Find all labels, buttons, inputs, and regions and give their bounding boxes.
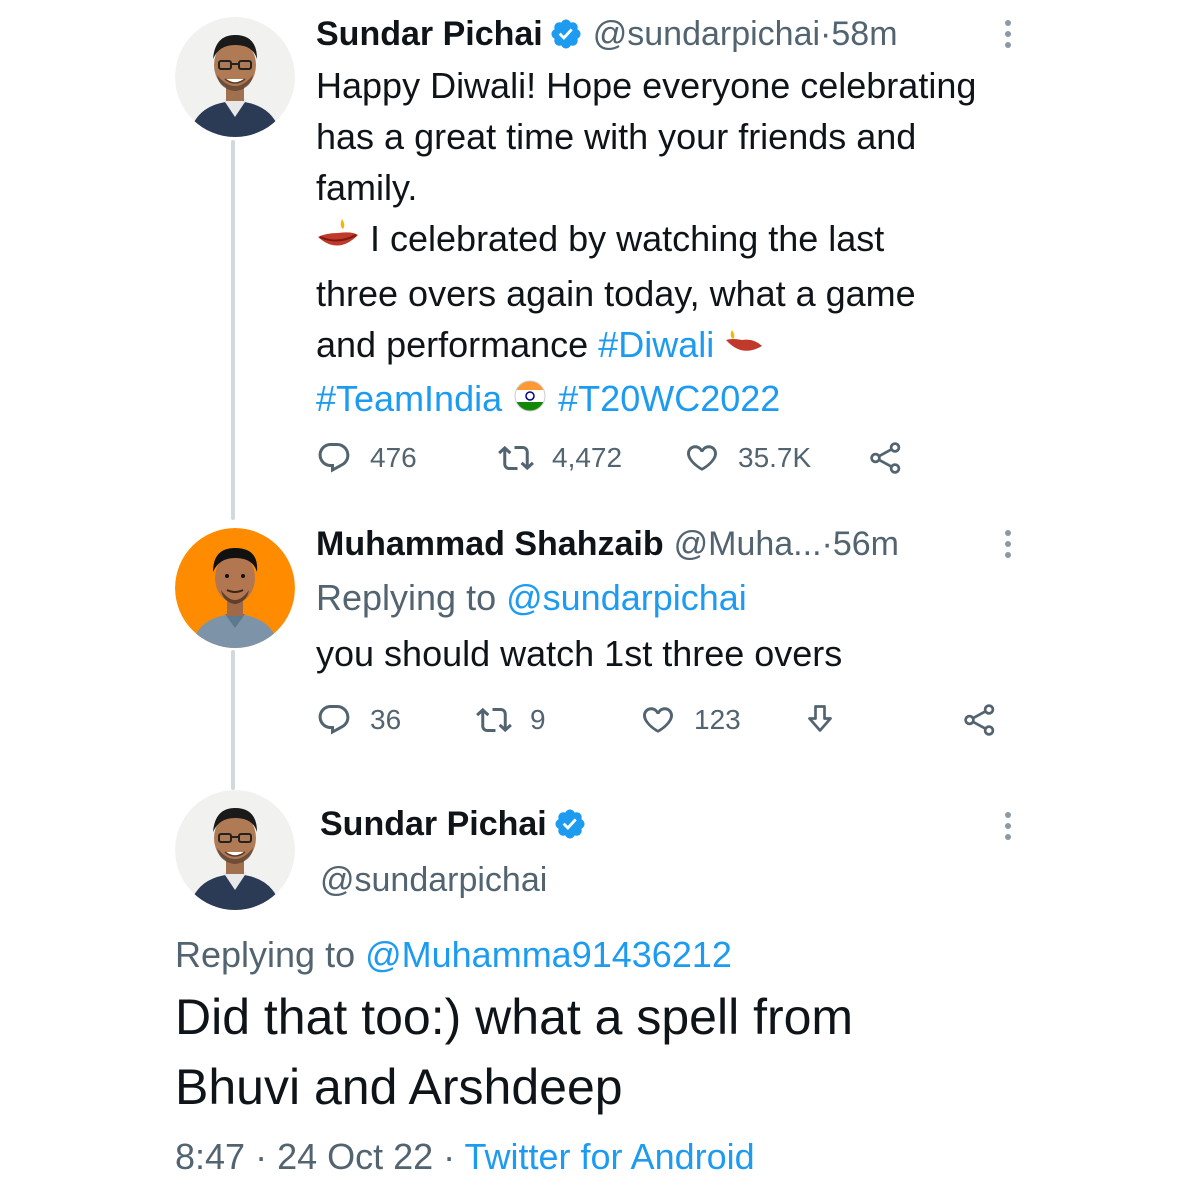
verified-badge-icon xyxy=(549,17,583,51)
avatar-sundar-pichai[interactable] xyxy=(175,17,295,137)
replying-to: Replying to @sundarpichai xyxy=(316,572,1036,623)
replying-to-handle[interactable]: @Muhamma91436212 xyxy=(365,934,732,975)
heart-icon xyxy=(643,707,673,733)
retweet-button[interactable]: 9 xyxy=(476,698,546,742)
tweet-body: Did that too:) what a spell from Bhuvi a… xyxy=(175,982,1075,1122)
retweet-icon xyxy=(498,445,534,471)
retweet-icon xyxy=(476,707,512,733)
tweet-body: Happy Diwali! Hope everyone celebrating … xyxy=(316,60,1036,427)
tweet-date[interactable]: 24 Oct 22 xyxy=(277,1136,433,1177)
tweet-body: you should watch 1st three overs xyxy=(316,628,1036,679)
tweet-text-line: #TeamIndia #T20WC2022 xyxy=(316,373,1036,427)
hashtag-link[interactable]: #Diwali xyxy=(598,324,714,365)
reply-button[interactable]: 476 xyxy=(316,436,417,480)
hashtag-link[interactable]: #TeamIndia xyxy=(316,378,502,419)
tweet-meta: 8:47 · 24 Oct 22 · Twitter for Android xyxy=(175,1136,755,1180)
author-name[interactable]: Sundar Pichai xyxy=(316,15,543,54)
replying-to: Replying to @Muhamma91436212 xyxy=(175,932,732,978)
avatar-image xyxy=(175,528,295,648)
separator-dot: · xyxy=(821,524,833,563)
diya-lamp-icon xyxy=(724,322,764,373)
tweet-text-line: Bhuvi and Arshdeep xyxy=(175,1059,623,1115)
hashtag-link[interactable]: #T20WC2022 xyxy=(558,378,780,419)
replying-to-handle[interactable]: @sundarpichai xyxy=(506,577,747,618)
tweet-source-link[interactable]: Twitter for Android xyxy=(465,1136,755,1177)
author-name[interactable]: Sundar Pichai xyxy=(320,805,547,844)
separator-dot: · xyxy=(245,1136,278,1177)
retweet-button[interactable]: 4,472 xyxy=(498,436,622,480)
verified-badge-icon xyxy=(553,807,587,841)
author-handle[interactable]: @Muha... xyxy=(674,525,822,564)
retweet-count: 4,472 xyxy=(552,442,623,473)
author-handle[interactable]: @sundarpichai xyxy=(320,861,547,900)
reply-count: 476 xyxy=(370,442,417,473)
share-icon xyxy=(870,442,901,474)
tweet-text-line: three overs again today, what a game xyxy=(316,272,916,314)
avatar-sundar-pichai[interactable] xyxy=(175,790,295,910)
tweet-text-line: Did that too:) what a spell from xyxy=(175,989,854,1045)
tweet-text-line: I celebrated by watching the last xyxy=(316,213,1036,268)
more-options-icon[interactable] xyxy=(998,16,1018,52)
replying-to-label: Replying to xyxy=(316,577,507,618)
thread-connector-line xyxy=(231,650,235,790)
tweet-header: Sundar Pichai @sundarpichai · 58m xyxy=(316,12,1016,56)
tweet-text-line: you should watch 1st three overs xyxy=(316,633,843,674)
tweet-header: Sundar Pichai xyxy=(320,802,1020,846)
timestamp[interactable]: 58m xyxy=(831,15,897,54)
reply-count: 36 xyxy=(370,704,402,735)
like-button[interactable]: 123 xyxy=(640,698,741,742)
tweet-text-line: has a great time with your friends and xyxy=(316,116,917,157)
reply-icon xyxy=(318,705,350,735)
heart-icon xyxy=(687,445,717,471)
tweet-action-bar: 476 4,472 35.7K xyxy=(316,436,1016,480)
like-button[interactable]: 35.7K xyxy=(684,436,811,480)
tweet-thread: Sundar Pichai @sundarpichai · 58m Happy … xyxy=(0,0,1200,1200)
tweet-time[interactable]: 8:47 xyxy=(175,1136,245,1177)
separator-dot: · xyxy=(820,14,832,53)
download-button[interactable] xyxy=(802,698,856,742)
like-count: 123 xyxy=(694,704,741,735)
reply-button[interactable]: 36 xyxy=(316,698,401,742)
author-handle-row: @sundarpichai xyxy=(320,858,1020,902)
avatar-muhammad-shahzaib[interactable] xyxy=(175,528,295,648)
download-icon xyxy=(808,705,832,732)
share-button[interactable] xyxy=(868,436,922,480)
tweet-text-segment: I celebrated by watching the last xyxy=(360,218,885,259)
tweet-action-bar: 36 9 123 xyxy=(316,698,1016,742)
india-flag-icon xyxy=(512,376,548,427)
avatar-image xyxy=(175,790,295,910)
avatar-image xyxy=(175,17,295,137)
share-button[interactable] xyxy=(962,698,1016,742)
tweet-text-segment: and performance xyxy=(316,323,599,365)
tweet-text-line: family. xyxy=(316,167,418,208)
share-icon xyxy=(964,704,995,736)
tweet-text-line: Happy Diwali! Hope everyone celebrating xyxy=(316,65,977,106)
tweet-text-line: and performance #Diwali xyxy=(316,319,1036,373)
more-options-icon[interactable] xyxy=(998,526,1018,562)
separator-dot: · xyxy=(433,1136,465,1177)
more-options-icon[interactable] xyxy=(998,808,1018,844)
tweet-header: Muhammad Shahzaib @Muha... · 56m xyxy=(316,522,1016,566)
reply-icon xyxy=(318,443,350,473)
author-name[interactable]: Muhammad Shahzaib xyxy=(316,525,664,564)
like-count: 35.7K xyxy=(738,442,812,473)
retweet-count: 9 xyxy=(530,704,546,735)
timestamp[interactable]: 56m xyxy=(833,525,899,564)
diya-lamp-icon xyxy=(316,215,360,268)
replying-to-label: Replying to xyxy=(175,934,366,975)
thread-connector-line xyxy=(231,140,235,520)
author-handle[interactable]: @sundarpichai xyxy=(593,15,820,54)
